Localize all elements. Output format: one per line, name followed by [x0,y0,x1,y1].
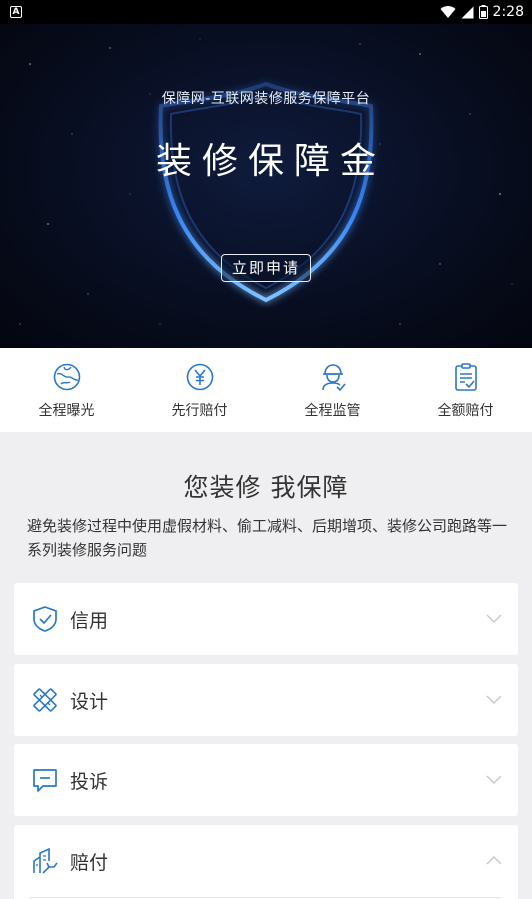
shield-check-icon [33,606,57,632]
feature-item-supervision[interactable]: 全程监管 [266,348,399,432]
hero-subtitle: 保障网-互联网装修服务保障平台 [161,91,371,107]
hero-banner: 保障网-互联网装修服务保障平台 装修保障金 立即申请 [0,24,532,348]
building-hand-icon [33,847,58,874]
feature-label: 全程曝光 [38,403,95,419]
globe-icon [53,363,80,391]
section-card-compensation[interactable]: 赔付 [14,825,518,899]
feature-label: 先行赔付 [171,403,228,419]
expanded-content-divider [30,897,502,898]
feature-item-full-compensation[interactable]: 全额赔付 [399,348,532,432]
chevron-down-icon [486,695,502,705]
chevron-up-icon [486,855,502,865]
feature-label: 全额赔付 [437,403,494,419]
section-card-design[interactable]: 设计 [14,664,518,736]
notification-icon: A [10,6,22,18]
clipboard-check-icon [454,363,477,391]
promise-title: 您装修 我保障 [183,473,349,502]
hero-title: 装修保障金 [155,141,386,182]
apply-now-button[interactable]: 立即申请 [221,254,311,282]
feature-row: 全程曝光 先行赔付 全程监管 全额赔付 [0,348,532,432]
feature-item-exposure[interactable]: 全程曝光 [0,348,133,432]
section-card-credit[interactable]: 信用 [14,583,518,655]
feature-label: 全程监管 [304,403,361,419]
signal-icon [461,6,474,18]
wifi-icon [440,5,456,18]
clock-time: 2:28 [492,4,524,20]
status-bar: A 2:28 [0,0,532,24]
section-label: 设计 [70,690,109,713]
feature-item-advance-payment[interactable]: 先行赔付 [133,348,266,432]
worker-icon [321,364,346,392]
promise-description: 避免装修过程中使用虚假材料、偷工减料、后期增项、装修公司跑路等一系列装修服务问题 [27,517,508,559]
chevron-down-icon [486,614,502,624]
battery-icon [478,5,488,19]
chevron-down-icon [486,775,502,785]
ruler-pencil-icon [33,688,57,712]
section-label: 信用 [70,609,109,632]
yen-coin-icon [186,363,213,391]
section-card-complaint[interactable]: 投诉 [14,744,518,816]
section-label: 赔付 [70,852,109,874]
section-label: 投诉 [70,770,109,793]
chat-bubble-icon [33,769,57,792]
